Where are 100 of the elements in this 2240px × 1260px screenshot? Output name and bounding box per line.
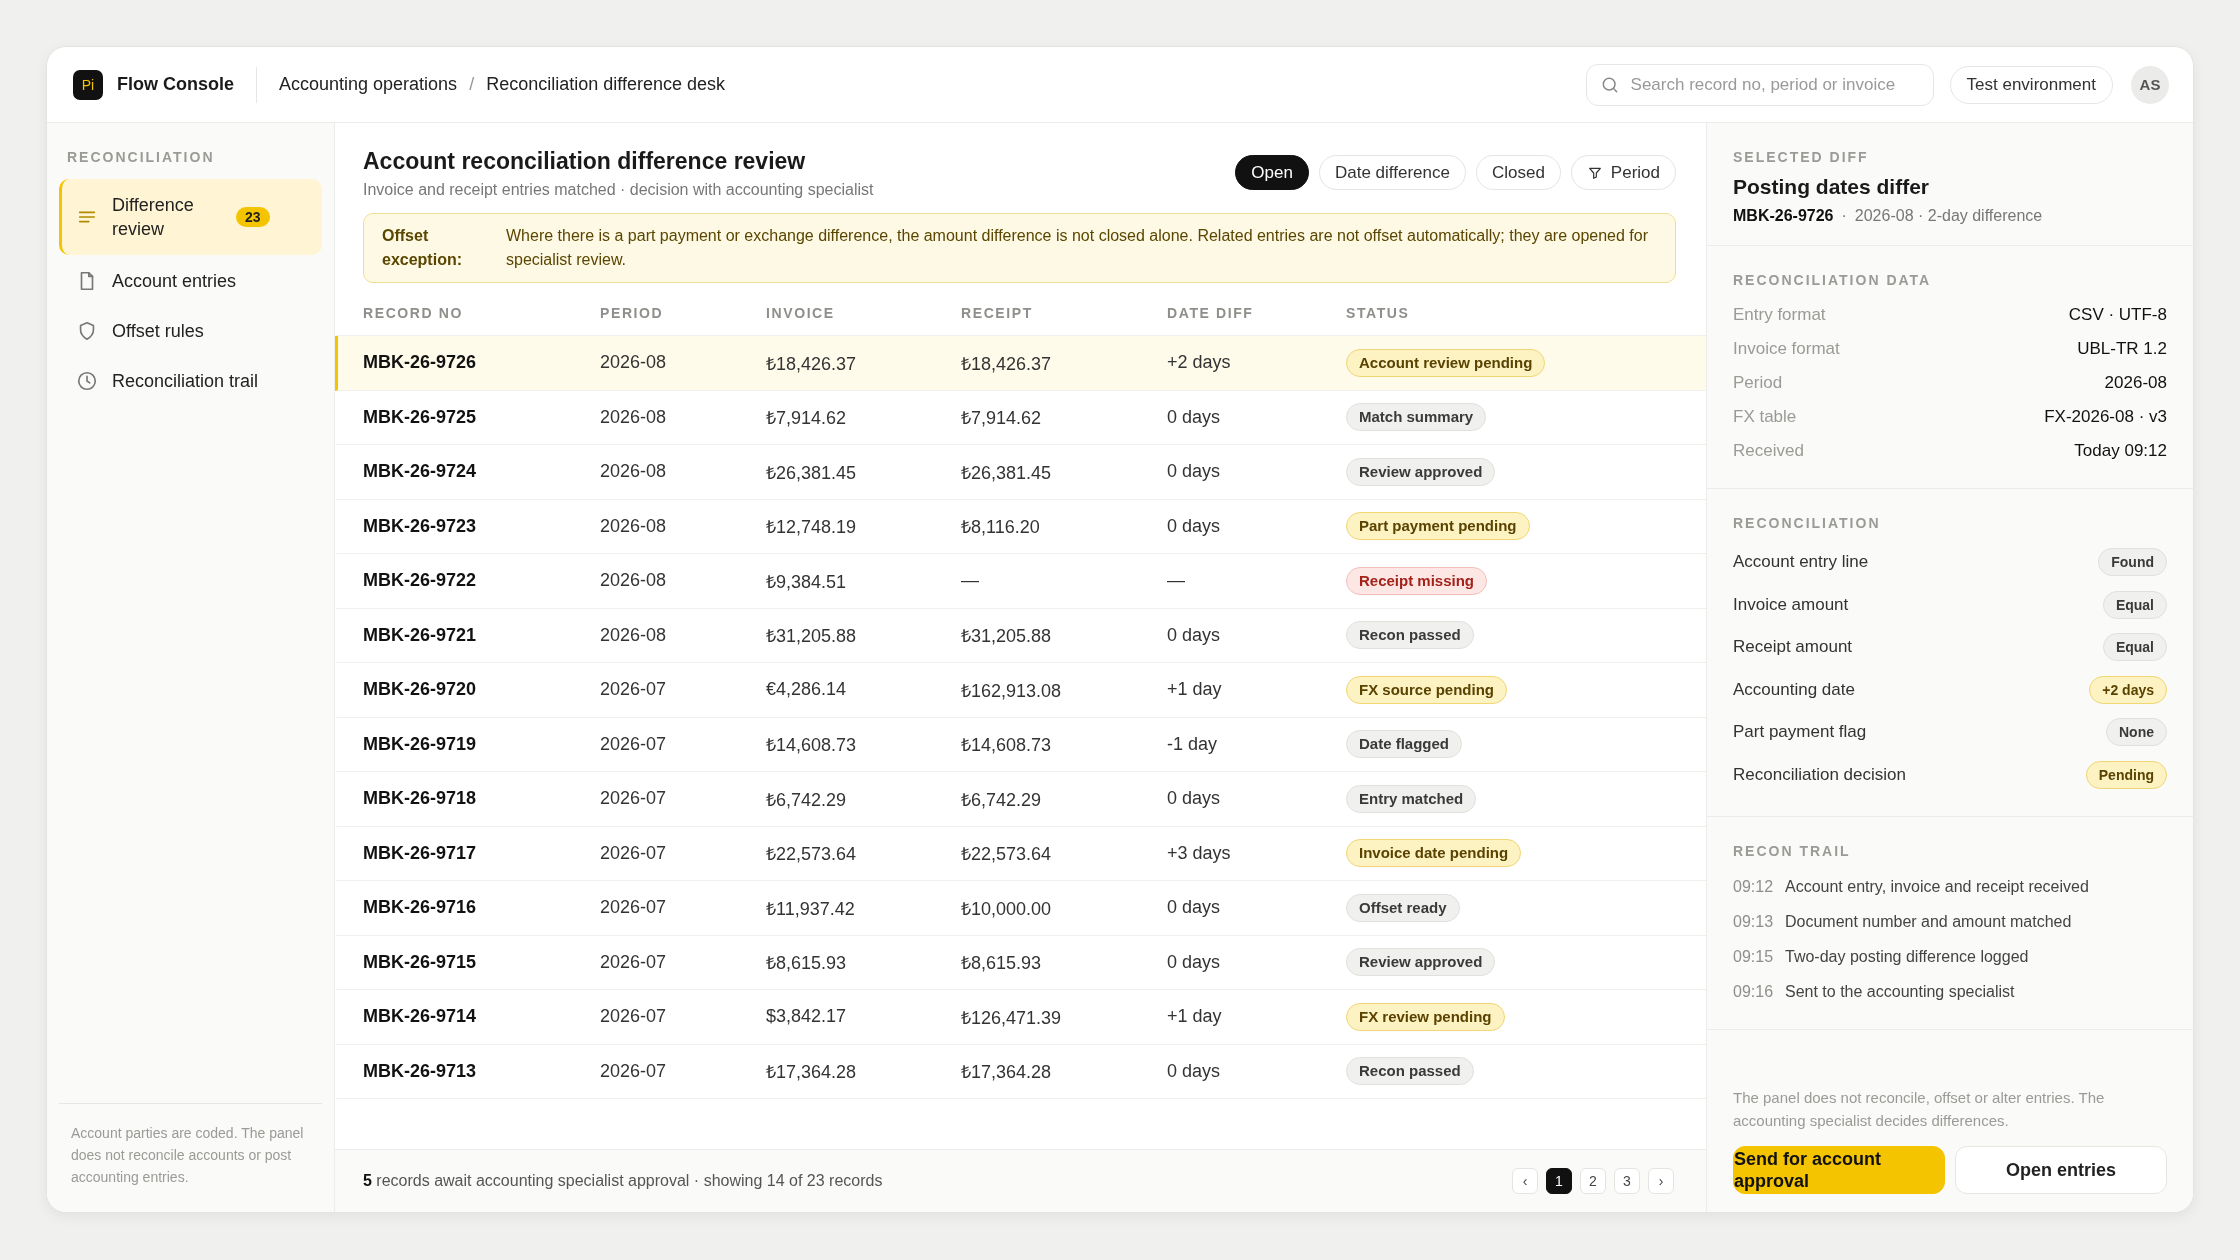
table-row[interactable]: MBK-26-9723 2026-08 ₺12,748.19 ₺8,116.20 0 days Part payment pending	[335, 499, 1706, 554]
table-cell-text: ₺7,914.62	[766, 407, 848, 430]
table-cell-text: ₺17,364.28	[961, 1061, 1053, 1084]
table-row[interactable]: MBK-26-9719 2026-07 ₺14,608.73 ₺14,608.73 -1 day Date flagged	[335, 717, 1706, 772]
check-label: Receipt amount	[1733, 637, 1853, 658]
table-row[interactable]: MBK-26-9720 2026-07 €4,286.14 ₺162,913.08 +1 day FX source pending	[335, 663, 1706, 718]
section-title: Account reconciliation difference review	[363, 147, 807, 176]
table-row[interactable]: MBK-26-9717 2026-07 ₺22,573.64 ₺22,573.64 +3 days Invoice date pending	[335, 826, 1706, 881]
trail-text: Document number and amount matched	[1785, 912, 2072, 931]
table-row[interactable]: MBK-26-9724 2026-08 ₺26,381.45 ₺26,381.45 0 days Review approved	[335, 445, 1706, 500]
table-cell-text: MBK-26-9718	[363, 788, 478, 810]
table-cell-text: 2026-08	[600, 352, 668, 374]
status-badge: Review approved	[1346, 457, 1496, 486]
search-field[interactable]: Search record no, period or invoice	[1585, 63, 1934, 106]
table-cell-text: +1 day	[1167, 679, 1223, 701]
filter-button[interactable]: Period	[1570, 155, 1676, 190]
table-row[interactable]: MBK-26-9716 2026-07 ₺11,937.42 ₺10,000.00 0 days Offset ready	[335, 881, 1706, 936]
table-cell-text: 2026-07	[600, 842, 668, 864]
table-cell-text: 0 days	[1167, 515, 1222, 537]
status-badge: Pending	[2085, 760, 2167, 789]
table-cell-text: ₺8,615.93	[766, 952, 848, 975]
table-cell-text: ₺11,937.42	[766, 897, 856, 920]
section-heading: RECONCILIATION DATA	[1733, 272, 1933, 288]
check-label: Accounting date	[1733, 679, 1855, 700]
table-cell-text: 2026-08	[600, 461, 668, 483]
trail-time: 09:12	[1733, 877, 1771, 896]
trail-time: 09:13	[1733, 912, 1771, 931]
trail-text: Two-day posting difference logged	[1785, 947, 2029, 966]
table-cell-text: ₺7,914.62	[961, 407, 1043, 430]
table-cell-text: ₺18,426.37	[961, 352, 1053, 375]
table-cell-text: MBK-26-9722	[363, 570, 478, 592]
status-badge: None	[2106, 718, 2167, 747]
open-entries-button[interactable]: Open entries	[1955, 1146, 2167, 1194]
status-badge: +2 days	[2089, 675, 2167, 704]
nav-item[interactable]: Reconciliation trail	[59, 357, 322, 405]
table-cell-text: ₺6,742.29	[766, 788, 848, 811]
table-cell-text: MBK-26-9721	[363, 624, 478, 646]
page-button[interactable]: 1	[1546, 1168, 1572, 1194]
check-label: Part payment flag	[1733, 722, 1867, 743]
table-cell-text: ₺9,384.51	[766, 570, 848, 593]
status-badge: Equal	[2102, 633, 2167, 662]
section-subtitle: Invoice and receipt entries matched · decision with accounting specialist	[363, 181, 875, 199]
trail-text: Account entry, invoice and receipt received	[1785, 877, 2089, 896]
nav-item[interactable]: Difference review 23	[59, 179, 322, 255]
table-cell-text: 2026-08	[600, 515, 668, 537]
previous-page-button[interactable]: ‹	[1512, 1168, 1538, 1194]
filter-chip[interactable]: Date difference	[1318, 155, 1466, 190]
table-cell-text: €4,286.14	[766, 679, 848, 701]
send-button[interactable]: Send for account approval	[1733, 1146, 1945, 1194]
table-cell-text: +2 days	[1167, 352, 1232, 374]
column-header: RECEIPT	[961, 305, 1034, 321]
filter-chip[interactable]: Open	[1235, 155, 1309, 190]
table-row[interactable]: MBK-26-9713 2026-07 ₺17,364.28 ₺17,364.28 0 days Recon passed	[335, 1044, 1706, 1099]
table-cell-text: ₺8,615.93	[961, 952, 1043, 975]
table-row[interactable]: MBK-26-9718 2026-07 ₺6,742.29 ₺6,742.29 0 days Entry matched	[335, 772, 1706, 827]
table-cell-text: ₺8,116.20	[961, 516, 1041, 539]
status-badge: Review approved	[1346, 948, 1496, 977]
table-row[interactable]: MBK-26-9725 2026-08 ₺7,914.62 ₺7,914.62 0 days Match summary	[335, 390, 1706, 445]
table-row[interactable]: MBK-26-9722 2026-08 ₺9,384.51 — — Receipt missing	[335, 554, 1706, 609]
check-label: Invoice amount	[1733, 594, 1849, 615]
page-button[interactable]: 3	[1614, 1168, 1640, 1194]
table-cell-text: ₺12,748.19	[766, 516, 858, 539]
table-cell-text: 2026-08	[600, 570, 668, 592]
check-label: Account entry line	[1733, 552, 1869, 573]
environment-button[interactable]: Test environment	[1949, 65, 2113, 104]
detail-title: Posting dates differ	[1733, 175, 1931, 199]
table-cell-text: ₺22,573.64	[766, 843, 858, 866]
table-cell-text: MBK-26-9717	[363, 842, 478, 864]
table-cell-text: ₺26,381.45	[766, 461, 858, 484]
status-badge: Offset ready	[1346, 893, 1460, 922]
table-cell-text: ₺14,608.73	[961, 734, 1053, 757]
nav-item[interactable]: Account entries	[59, 257, 322, 305]
breadcrumb-link[interactable]: Accounting operations	[279, 74, 458, 95]
table-cell-text: 2026-08	[600, 624, 668, 646]
table-cell-text: 0 days	[1167, 1060, 1222, 1082]
table-row[interactable]: MBK-26-9721 2026-08 ₺31,205.88 ₺31,205.88 0 days Recon passed	[335, 608, 1706, 663]
table-cell-text: 0 days	[1167, 951, 1222, 973]
status-badge: Recon passed	[1346, 621, 1474, 650]
section-heading: RECONCILIATION	[67, 149, 216, 165]
table-cell-text: MBK-26-9724	[363, 461, 478, 483]
table-cell-text: ₺17,364.28	[766, 1061, 858, 1084]
table-row[interactable]: MBK-26-9715 2026-07 ₺8,615.93 ₺8,615.93 0 days Review approved	[335, 935, 1706, 990]
table-cell-text: MBK-26-9715	[363, 951, 478, 973]
page-button[interactable]: 2	[1580, 1168, 1606, 1194]
table-cell-text: 2026-07	[600, 951, 668, 973]
table-cell-text: 2026-07	[600, 1006, 668, 1028]
user-avatar[interactable]: AS	[2131, 65, 2169, 104]
table-cell-text: MBK-26-9726	[363, 352, 478, 374]
next-page-button[interactable]: ›	[1648, 1168, 1674, 1194]
table-row[interactable]: MBK-26-9714 2026-07 $3,842.17 ₺126,471.39 +1 day FX review pending	[335, 990, 1706, 1045]
table-cell-text: ₺14,608.73	[766, 734, 858, 757]
status-badge: Receipt missing	[1346, 566, 1488, 595]
nav-item[interactable]: Offset rules	[59, 307, 322, 355]
table-cell-text: MBK-26-9719	[363, 733, 478, 755]
status-badge: Invoice date pending	[1346, 839, 1522, 868]
table-cell-text: 2026-07	[600, 788, 668, 810]
filter-chip[interactable]: Closed	[1475, 155, 1561, 190]
summary-text: 5 records await accounting specialist approval · showing 14 of 23 records	[363, 1172, 884, 1190]
table-row[interactable]: MBK-26-9726 2026-08 ₺18,426.37 ₺18,426.37 +2 days Account review pending	[335, 336, 1706, 391]
breadcrumb-separator: /	[469, 74, 475, 95]
